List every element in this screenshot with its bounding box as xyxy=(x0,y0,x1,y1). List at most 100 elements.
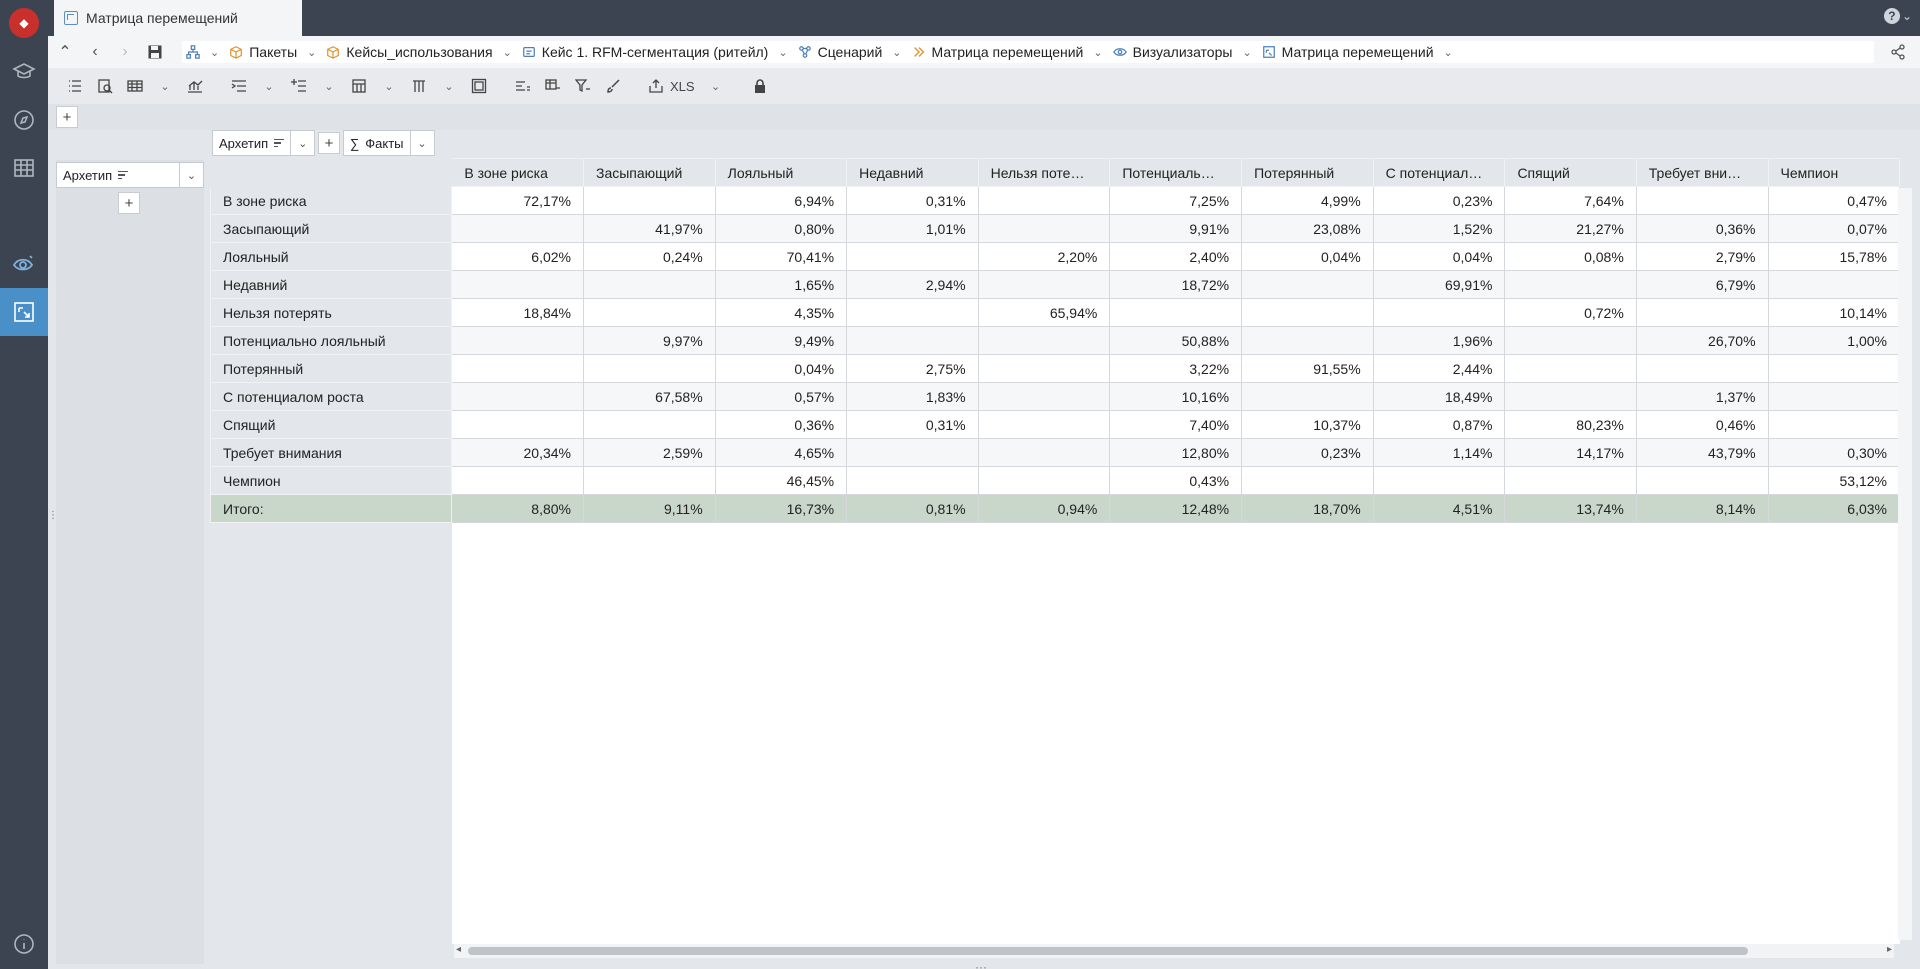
value-cell[interactable]: 10,16% xyxy=(1109,382,1243,411)
value-cell[interactable]: 1,96% xyxy=(1372,326,1506,355)
value-cell[interactable]: 0,57% xyxy=(714,382,848,411)
row-header[interactable]: С потенциалом роста xyxy=(210,382,453,411)
value-cell[interactable] xyxy=(582,270,716,299)
value-cell[interactable] xyxy=(1767,410,1900,439)
value-cell[interactable] xyxy=(846,326,979,355)
tab-transition-matrix[interactable]: Матрица перемещений xyxy=(54,0,302,36)
value-cell[interactable] xyxy=(846,298,979,327)
info-icon[interactable] xyxy=(0,920,48,968)
column-dimension-chip[interactable]: Архетип ⌄ xyxy=(212,130,316,156)
filter-icon[interactable] xyxy=(570,72,596,100)
value-cell[interactable]: 4,51% xyxy=(1372,494,1506,523)
value-cell[interactable] xyxy=(1241,466,1374,495)
column-header[interactable]: Недавний xyxy=(846,158,979,187)
value-cell[interactable] xyxy=(977,326,1111,355)
value-cell[interactable]: 43,79% xyxy=(1635,438,1769,467)
value-cell[interactable] xyxy=(451,382,584,411)
value-cell[interactable]: 9,11% xyxy=(582,494,716,523)
value-cell[interactable]: 0,31% xyxy=(846,410,979,439)
add-level-icon[interactable] xyxy=(286,72,312,100)
value-cell[interactable]: 18,84% xyxy=(451,298,584,327)
add-row-dimension-button[interactable]: + xyxy=(118,192,140,214)
chevron-down-icon[interactable]: ⌄ xyxy=(152,72,178,100)
indent-icon[interactable] xyxy=(226,72,252,100)
value-cell[interactable]: 9,49% xyxy=(714,326,848,355)
value-cell[interactable]: 0,36% xyxy=(1635,214,1769,243)
grid-table-icon[interactable] xyxy=(122,72,148,100)
value-cell[interactable]: 0,31% xyxy=(846,186,979,215)
share-icon[interactable] xyxy=(1890,44,1906,60)
value-cell[interactable] xyxy=(582,354,716,383)
value-cell[interactable]: 8,14% xyxy=(1635,494,1769,523)
row-header[interactable]: Лояльный xyxy=(210,242,453,271)
row-header[interactable]: В зоне риска xyxy=(210,186,453,215)
value-cell[interactable]: 3,22% xyxy=(1109,354,1243,383)
frame-icon[interactable] xyxy=(466,72,492,100)
breadcrumb-item-case[interactable]: Кейс 1. RFM-сегментация (ритейл) ⌄ xyxy=(522,44,788,60)
value-cell[interactable]: 67,58% xyxy=(582,382,716,411)
chevron-down-icon[interactable]: ⌄ xyxy=(256,72,282,100)
value-cell[interactable]: 18,49% xyxy=(1372,382,1506,411)
back-arrow-icon[interactable]: ‹ xyxy=(80,36,110,68)
preview-icon[interactable] xyxy=(92,72,118,100)
value-cell[interactable] xyxy=(1504,382,1637,411)
value-cell[interactable]: 0,08% xyxy=(1504,242,1637,271)
up-arrow-icon[interactable]: ⌃ xyxy=(50,36,80,68)
column-header[interactable]: С потенциал… xyxy=(1372,158,1506,187)
value-cell[interactable]: 4,35% xyxy=(714,298,848,327)
value-cell[interactable] xyxy=(1504,270,1637,299)
value-cell[interactable]: 53,12% xyxy=(1767,466,1900,495)
value-cell[interactable] xyxy=(1109,298,1243,327)
value-cell[interactable] xyxy=(582,410,716,439)
value-cell[interactable]: 6,03% xyxy=(1767,494,1900,523)
value-cell[interactable] xyxy=(1635,466,1769,495)
value-cell[interactable] xyxy=(1241,382,1374,411)
row-header[interactable]: Итого: xyxy=(210,494,453,523)
value-cell[interactable]: 7,25% xyxy=(1109,186,1243,215)
value-cell[interactable]: 2,79% xyxy=(1635,242,1769,271)
value-cell[interactable]: 69,91% xyxy=(1372,270,1506,299)
forward-arrow-icon[interactable]: › xyxy=(110,36,140,68)
value-cell[interactable] xyxy=(1504,466,1637,495)
scroll-thumb[interactable] xyxy=(468,947,1748,955)
value-cell[interactable]: 2,44% xyxy=(1372,354,1506,383)
value-cell[interactable] xyxy=(582,466,716,495)
value-cell[interactable] xyxy=(1767,354,1900,383)
value-cell[interactable]: 6,02% xyxy=(451,242,584,271)
value-cell[interactable] xyxy=(1767,270,1900,299)
chevron-down-icon[interactable]: ⌄ xyxy=(376,72,402,100)
column-header[interactable]: Требует вни… xyxy=(1635,158,1769,187)
value-cell[interactable] xyxy=(451,270,584,299)
value-cell[interactable] xyxy=(451,214,584,243)
value-cell[interactable]: 9,97% xyxy=(582,326,716,355)
value-cell[interactable]: 80,23% xyxy=(1504,410,1637,439)
value-cell[interactable] xyxy=(846,242,979,271)
value-cell[interactable] xyxy=(977,410,1111,439)
value-cell[interactable]: 0,46% xyxy=(1635,410,1769,439)
column-header[interactable]: Засыпающий xyxy=(582,158,716,187)
column-header[interactable]: Лояльный xyxy=(714,158,848,187)
visualizer-eye-icon[interactable] xyxy=(0,240,48,288)
value-cell[interactable] xyxy=(1372,466,1506,495)
value-cell[interactable]: 6,79% xyxy=(1635,270,1769,299)
chart-icon[interactable] xyxy=(182,72,208,100)
row-header[interactable]: Потенциально лояльный xyxy=(210,326,453,355)
row-header[interactable]: Чемпион xyxy=(210,466,453,495)
value-cell[interactable]: 8,80% xyxy=(451,494,584,523)
column-header[interactable]: Нельзя поте… xyxy=(977,158,1111,187)
value-cell[interactable]: 0,47% xyxy=(1767,186,1900,215)
scroll-left-icon[interactable]: ◂ xyxy=(456,944,461,955)
value-cell[interactable] xyxy=(977,214,1111,243)
chevron-down-icon[interactable]: ⌄ xyxy=(436,72,462,100)
value-cell[interactable] xyxy=(451,354,584,383)
value-cell[interactable]: 0,80% xyxy=(714,214,848,243)
value-cell[interactable]: 2,40% xyxy=(1109,242,1243,271)
column-header[interactable]: Потерянный xyxy=(1241,158,1374,187)
breadcrumb-item-use-cases[interactable]: Кейсы_использования ⌄ xyxy=(326,44,512,60)
value-cell[interactable] xyxy=(1635,298,1769,327)
compass-icon[interactable] xyxy=(0,96,48,144)
totals-settings-icon[interactable] xyxy=(510,72,536,100)
row-dimension-chip[interactable]: Архетип ⌄ xyxy=(56,162,204,188)
help-menu[interactable]: ? ⌄ xyxy=(1883,8,1912,24)
value-cell[interactable] xyxy=(977,382,1111,411)
